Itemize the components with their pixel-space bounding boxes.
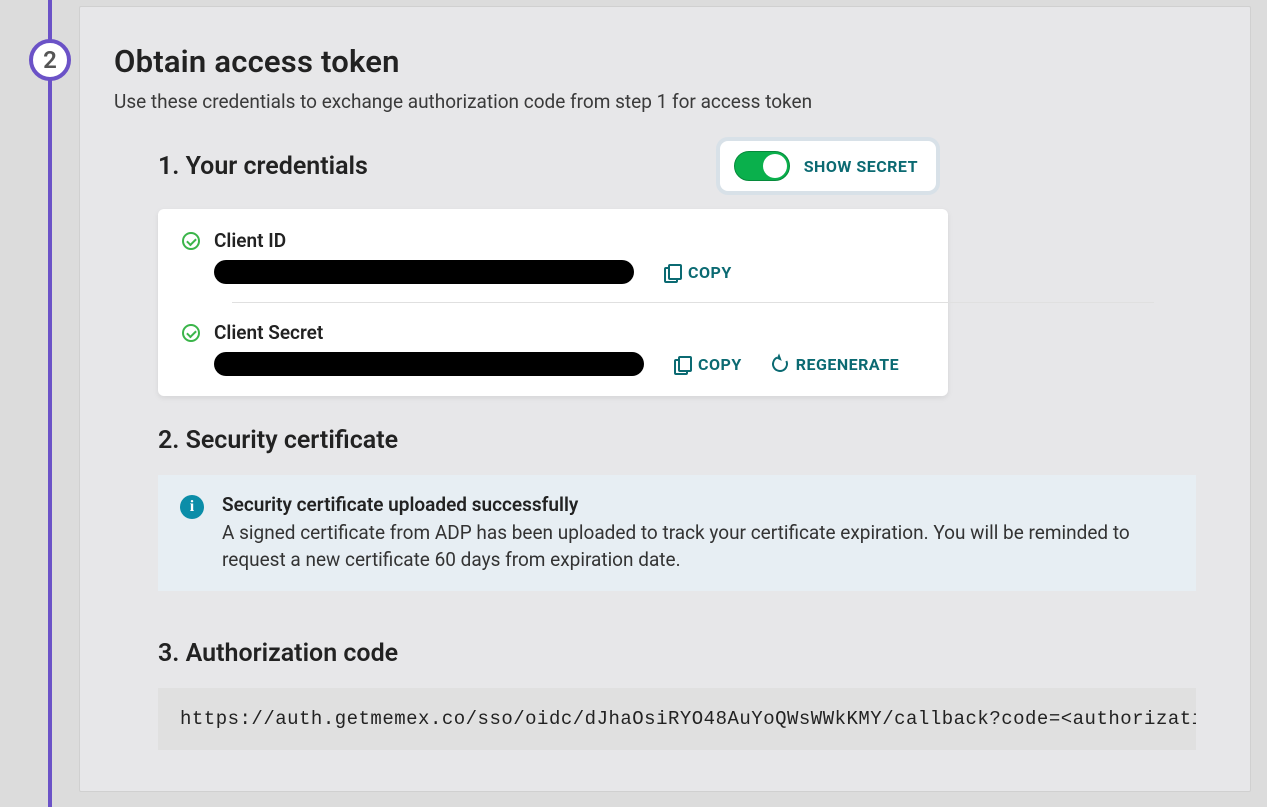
regenerate-button[interactable]: REGENERATE (772, 355, 899, 374)
show-secret-label: SHOW SECRET (804, 157, 918, 176)
client-secret-row: Client Secret COPY REGENERATE (182, 321, 924, 376)
client-id-row: Client ID COPY (182, 229, 924, 284)
copy-client-id-button[interactable]: COPY (664, 263, 732, 282)
show-secret-toggle[interactable] (734, 151, 790, 181)
step-timeline-line (48, 0, 52, 807)
step-description: Use these credentials to exchange author… (114, 90, 1216, 113)
certificate-info-title: Security certificate uploaded successful… (222, 493, 1174, 516)
step-title: Obtain access token (114, 43, 1216, 80)
client-secret-label: Client Secret (214, 321, 924, 344)
check-circle-icon (182, 232, 200, 250)
toggle-knob (763, 154, 787, 178)
certificate-info-banner: i Security certificate uploaded successf… (158, 475, 1196, 591)
regenerate-label: REGENERATE (796, 355, 899, 374)
credentials-section: 1. Your credentials SHOW SECRET Client I… (114, 141, 1216, 750)
client-secret-value-redacted (214, 352, 644, 376)
show-secret-toggle-card: SHOW SECRET (720, 141, 936, 191)
client-id-value-redacted (214, 260, 634, 284)
copy-client-secret-button[interactable]: COPY (674, 355, 742, 374)
divider (232, 302, 1154, 303)
check-circle-icon (182, 324, 200, 342)
copy-icon (674, 356, 690, 372)
regenerate-icon (769, 354, 790, 375)
auth-code-url: https://auth.getmemex.co/sso/oidc/dJhaOs… (158, 688, 1196, 750)
copy-icon (664, 264, 680, 280)
step-number-badge: 2 (29, 39, 71, 81)
auth-code-heading: 3. Authorization code (158, 639, 1216, 668)
step-panel: Obtain access token Use these credential… (79, 6, 1251, 792)
certificate-heading: 2. Security certificate (158, 426, 1216, 455)
client-id-label: Client ID (214, 229, 924, 252)
info-icon: i (180, 495, 204, 519)
copy-label: COPY (698, 355, 742, 374)
certificate-info-body: A signed certificate from ADP has been u… (222, 520, 1174, 573)
credentials-heading: 1. Your credentials (158, 152, 368, 181)
credentials-card: Client ID COPY Client Secret (158, 209, 948, 396)
copy-label: COPY (688, 263, 732, 282)
